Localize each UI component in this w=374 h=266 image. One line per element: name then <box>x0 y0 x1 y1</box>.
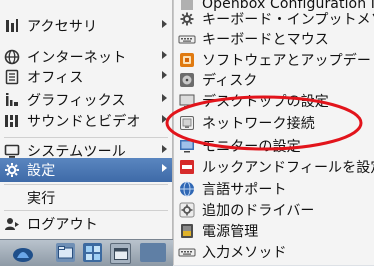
input-method-keyboard-icon <box>178 243 196 261</box>
menu-separator <box>4 210 168 211</box>
submenu-item-input-method[interactable]: 入力メソッド <box>174 240 374 263</box>
menu-item-label: アクセサリ <box>27 19 98 35</box>
window-button[interactable] <box>110 243 131 264</box>
menu-item-label: インターネット <box>27 50 127 66</box>
menu-separator <box>4 184 168 185</box>
window-icon <box>113 247 128 260</box>
submenu-arrow-icon <box>162 115 167 123</box>
submenu-item-label: キーボードとマウス <box>202 31 329 48</box>
power-icon <box>178 222 196 240</box>
submenu-item-label: モニターの設定 <box>202 138 301 155</box>
logout-icon <box>3 215 21 233</box>
menu-item-accessories[interactable]: アクセサリ <box>0 14 172 38</box>
submenu-item-keyboard-mouse[interactable]: キーボードとマウス <box>174 27 374 50</box>
submenu-item-label: 入力メソッド <box>202 244 287 261</box>
submenu-item-label: ソフトウェアとアップデート <box>202 52 374 69</box>
look-and-feel-icon <box>178 158 196 176</box>
office-icon <box>3 68 21 86</box>
menu-separator <box>4 137 168 138</box>
submenu-item-desktop-settings[interactable]: デスクトップの設定 <box>174 89 374 112</box>
file-manager-button[interactable] <box>56 243 75 262</box>
apps-button[interactable] <box>83 243 102 262</box>
menu-item-label: グラフィックス <box>27 93 126 109</box>
language-globe-icon <box>178 180 196 198</box>
submenu-arrow-icon <box>162 145 167 153</box>
sound-video-icon <box>3 112 21 130</box>
submenu-item-monitor-settings[interactable]: モニターの設定 <box>174 134 374 157</box>
workspace-switcher[interactable] <box>140 243 166 262</box>
keyboard-icon <box>178 30 196 48</box>
submenu-item-disks[interactable]: ディスク <box>174 68 374 91</box>
submenu-arrow-icon <box>162 94 167 102</box>
main-menu: アクセサリ インターネット オフィス グラフィックス サウンドとビデオ システム… <box>0 0 173 239</box>
submenu-item-label: 電源管理 <box>202 223 259 240</box>
menu-item-run[interactable]: 実行 <box>0 186 172 210</box>
monitor-icon <box>178 137 196 155</box>
menu-item-logout[interactable]: ログアウト <box>0 212 172 236</box>
desktop-settings-icon <box>178 92 196 110</box>
menu-item-office[interactable]: オフィス <box>0 65 172 89</box>
accessories-icon <box>3 17 21 35</box>
taskbar <box>0 239 173 266</box>
submenu-item-label: 追加のドライバー <box>202 202 315 219</box>
submenu-item-power-management[interactable]: 電源管理 <box>174 219 374 242</box>
start-menu-button[interactable] <box>12 243 34 262</box>
menu-item-label: 設定 <box>27 163 56 179</box>
submenu-item-look-and-feel[interactable]: ルックアンドフィールを設定し <box>174 155 374 178</box>
folder-icon <box>58 246 73 259</box>
submenu-item-network-connections[interactable]: ネットワーク接続 <box>174 111 374 134</box>
apps-grid-icon <box>85 245 100 260</box>
submenu-item-additional-drivers[interactable]: 追加のドライバー <box>174 198 374 221</box>
submenu-arrow-icon <box>162 71 167 79</box>
driver-gear-icon <box>178 201 196 219</box>
graphics-icon <box>3 91 21 109</box>
submenu-item-label: 言語サポート <box>202 181 287 198</box>
menu-item-label: サウンドとビデオ <box>27 114 141 130</box>
menu-item-label: 実行 <box>27 191 56 207</box>
keyboard-input-icon <box>178 10 196 28</box>
disk-icon <box>178 71 196 89</box>
submenu-arrow-icon <box>162 164 167 172</box>
start-logo-icon <box>13 247 33 262</box>
menu-item-sound-video[interactable]: サウンドとビデオ <box>0 109 172 133</box>
submenu-item-label: ルックアンドフィールを設定し <box>202 159 374 176</box>
network-icon <box>178 114 196 132</box>
submenu-arrow-icon <box>162 20 167 28</box>
menu-item-settings[interactable]: 設定 <box>0 158 172 182</box>
submenu-item-label: デスクトップの設定 <box>202 93 329 110</box>
submenu-item-language-support[interactable]: 言語サポート <box>174 177 374 200</box>
menu-item-label: オフィス <box>27 70 84 86</box>
submenu-item-label: ディスク <box>202 72 258 89</box>
menu-item-label: ログアウト <box>27 217 98 233</box>
submenu-item-label: キーボード・インプットメソッ <box>202 11 374 28</box>
globe-icon <box>3 48 21 66</box>
settings-submenu: Openbox Configuration M キーボード・インプットメソッ キ… <box>173 0 374 265</box>
settings-gear-icon <box>3 161 21 179</box>
submenu-arrow-icon <box>162 51 167 59</box>
submenu-item-label: ネットワーク接続 <box>202 115 315 132</box>
software-update-icon <box>178 51 196 69</box>
